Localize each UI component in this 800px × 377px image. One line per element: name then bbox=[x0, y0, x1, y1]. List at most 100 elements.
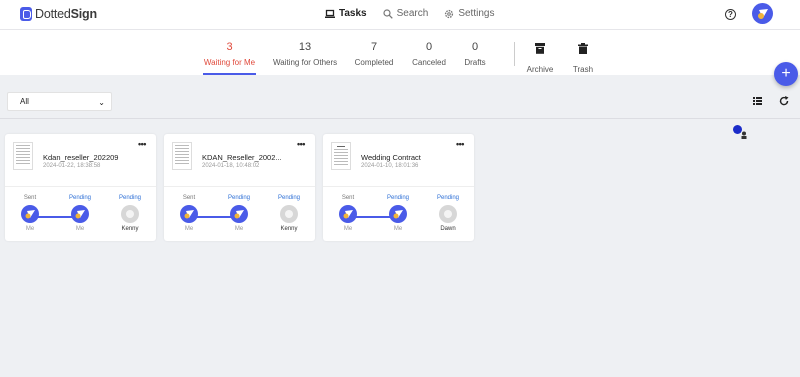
step-status: Sent bbox=[23, 195, 37, 201]
tab-drafts[interactable]: 0 Drafts bbox=[461, 41, 489, 67]
tab-canceled[interactable]: 0 Canceled bbox=[411, 41, 447, 67]
dottedsign-logo[interactable]: DottedSign bbox=[20, 7, 97, 21]
signer-step: Pending Me bbox=[378, 195, 418, 232]
step-status: Sent bbox=[341, 195, 355, 201]
brand-name-bold: Sign bbox=[70, 7, 97, 21]
search-icon bbox=[383, 8, 393, 19]
step-status: Pending bbox=[227, 195, 251, 201]
tab-label: Drafts bbox=[464, 58, 486, 67]
more-options-button[interactable]: ••• bbox=[456, 140, 464, 149]
document-card[interactable]: KDAN_Reseller_2002... 2024-01-18, 10:48:… bbox=[164, 134, 315, 241]
add-document-button[interactable]: + bbox=[774, 62, 798, 86]
gear-icon bbox=[445, 9, 454, 18]
refresh-icon[interactable] bbox=[779, 96, 789, 106]
signer-avatar-placeholder bbox=[280, 205, 298, 223]
card-divider bbox=[323, 186, 474, 187]
user-cursor-icon bbox=[741, 131, 747, 139]
status-tabs: 3 Waiting for Me 13 Waiting for Others 7… bbox=[0, 30, 800, 75]
tab-archive[interactable]: Archive bbox=[525, 41, 555, 74]
document-card[interactable]: Kdan_reseller_202209 2024-01-22, 18:38:5… bbox=[5, 134, 156, 241]
divider bbox=[514, 42, 515, 66]
main-nav: Tasks Search Settings bbox=[325, 8, 494, 19]
laptop-icon bbox=[325, 9, 335, 18]
signer-step: Pending Kenny bbox=[110, 195, 150, 232]
signer-step: Sent Me bbox=[169, 195, 209, 232]
document-card[interactable]: Wedding Contract 2024-01-10, 18:01:36 ••… bbox=[323, 134, 474, 241]
logo-mark-icon bbox=[20, 7, 32, 21]
top-bar: DottedSign Tasks Search Settings ? bbox=[0, 0, 800, 30]
nav-search-label: Search bbox=[396, 8, 429, 19]
document-title: KDAN_Reseller_2002... bbox=[202, 153, 282, 162]
toolbar-divider bbox=[0, 118, 800, 119]
step-status: Pending bbox=[118, 195, 142, 201]
signer-name: Kenny bbox=[121, 226, 139, 232]
nav-settings-label: Settings bbox=[458, 8, 495, 19]
nav-search[interactable]: Search bbox=[383, 8, 429, 19]
more-options-button[interactable]: ••• bbox=[297, 140, 305, 149]
list-view-icon[interactable] bbox=[753, 97, 762, 105]
step-status: Sent bbox=[182, 195, 196, 201]
nav-settings[interactable]: Settings bbox=[444, 8, 494, 19]
tab-waiting-for-me[interactable]: 3 Waiting for Me bbox=[203, 41, 256, 67]
document-thumbnail bbox=[331, 142, 351, 170]
tab-count: 3 bbox=[226, 41, 233, 53]
signer-name: Dawn bbox=[440, 226, 456, 232]
signer-name: Me bbox=[75, 226, 85, 232]
signer-name: Me bbox=[343, 226, 353, 232]
tab-label: Canceled bbox=[412, 58, 446, 67]
document-title: Wedding Contract bbox=[361, 153, 421, 162]
signer-step: Sent Me bbox=[10, 195, 50, 232]
signer-avatar bbox=[180, 205, 198, 223]
document-thumbnail bbox=[172, 142, 192, 170]
tab-count: 0 bbox=[471, 41, 479, 53]
signer-avatar bbox=[71, 205, 89, 223]
signer-step: Sent Me bbox=[328, 195, 368, 232]
signer-avatar bbox=[389, 205, 407, 223]
signer-avatar-placeholder bbox=[121, 205, 139, 223]
signer-name: Me bbox=[393, 226, 403, 232]
brand-name-light: Dotted bbox=[35, 7, 71, 21]
archive-icon bbox=[535, 43, 545, 54]
nav-tasks[interactable]: Tasks bbox=[325, 8, 367, 19]
signer-step: Pending Kenny bbox=[269, 195, 309, 232]
document-date: 2024-01-10, 18:01:36 bbox=[361, 163, 419, 169]
document-date: 2024-01-22, 18:38:58 bbox=[43, 163, 101, 169]
tab-count: 0 bbox=[425, 41, 433, 53]
card-divider bbox=[164, 186, 315, 187]
signer-step: Pending Me bbox=[60, 195, 100, 232]
nav-tasks-label: Tasks bbox=[339, 8, 367, 19]
tab-count: 13 bbox=[298, 41, 312, 53]
step-status: Pending bbox=[436, 195, 460, 201]
filter-select[interactable]: All ⌄ bbox=[7, 92, 112, 111]
tab-label: Waiting for Others bbox=[273, 58, 338, 67]
active-tab-indicator bbox=[203, 73, 256, 75]
tab-waiting-for-others[interactable]: 13 Waiting for Others bbox=[273, 41, 337, 67]
chevron-down-icon: ⌄ bbox=[98, 98, 105, 107]
tab-trash[interactable]: Trash bbox=[570, 41, 596, 74]
trash-icon bbox=[578, 43, 588, 54]
tab-label: Waiting for Me bbox=[203, 58, 256, 67]
signer-step: Pending Dawn bbox=[428, 195, 468, 232]
tab-label: Trash bbox=[572, 65, 594, 74]
signer-name: Me bbox=[234, 226, 244, 232]
signer-name: Kenny bbox=[280, 226, 298, 232]
signer-avatar-placeholder bbox=[439, 205, 457, 223]
document-title: Kdan_reseller_202209 bbox=[43, 153, 119, 162]
help-icon[interactable]: ? bbox=[725, 9, 736, 20]
step-status: Pending bbox=[68, 195, 92, 201]
user-avatar[interactable] bbox=[752, 3, 773, 24]
tab-count: 7 bbox=[370, 41, 378, 53]
card-divider bbox=[5, 186, 156, 187]
signer-avatar bbox=[21, 205, 39, 223]
more-options-button[interactable]: ••• bbox=[138, 140, 146, 149]
avatar-graphic-icon bbox=[758, 9, 768, 19]
signer-avatar bbox=[339, 205, 357, 223]
signer-step: Pending Me bbox=[219, 195, 259, 232]
signer-name: Me bbox=[25, 226, 35, 232]
document-thumbnail bbox=[13, 142, 33, 170]
document-date: 2024-01-18, 10:48:02 bbox=[202, 163, 260, 169]
tab-label: Archive bbox=[526, 65, 554, 74]
signer-name: Me bbox=[184, 226, 194, 232]
tab-completed[interactable]: 7 Completed bbox=[354, 41, 394, 67]
filter-value: All bbox=[20, 97, 29, 106]
